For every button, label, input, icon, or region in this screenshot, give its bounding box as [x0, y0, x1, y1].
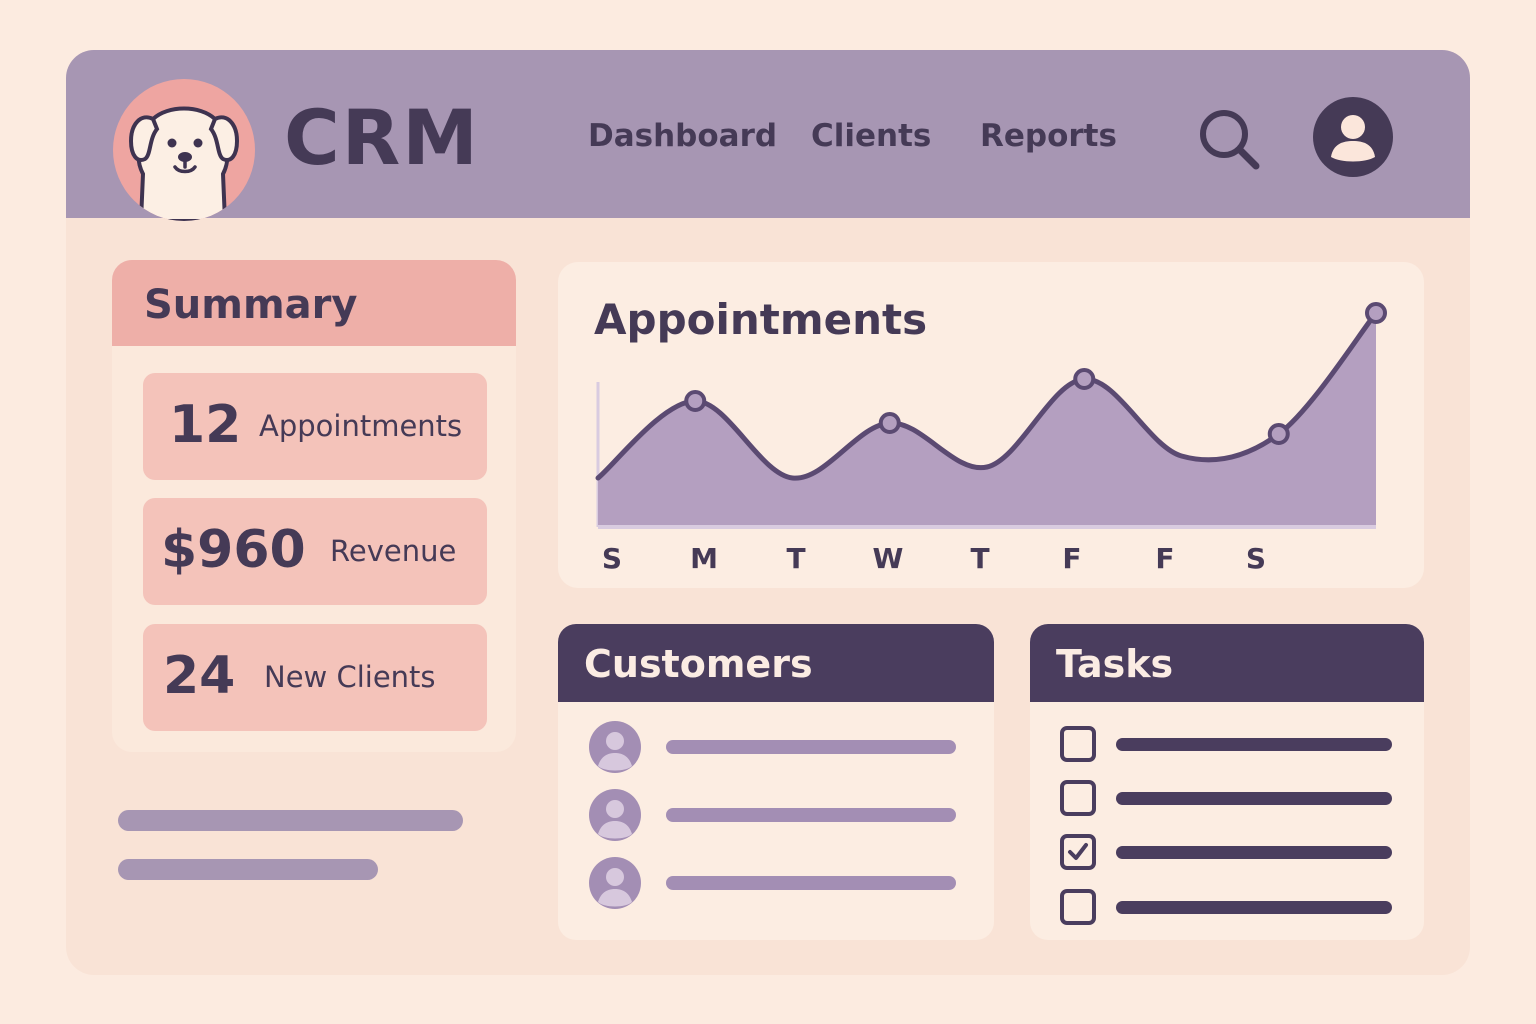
nav-reports[interactable]: Reports	[980, 118, 1117, 154]
customer-name-bar	[666, 740, 956, 754]
crm-dashboard: CRM Dashboard Clients Reports Summary 12…	[66, 50, 1470, 975]
placeholder-line	[118, 859, 378, 880]
customers-title: Customers	[584, 642, 813, 686]
customers-header: Customers	[558, 624, 994, 702]
top-bar: CRM Dashboard Clients Reports	[66, 50, 1470, 221]
stat-revenue[interactable]: $960 Revenue	[143, 498, 487, 605]
appointments-chart-card: Appointments SMTWTFFS	[558, 262, 1424, 588]
nav-dashboard[interactable]: Dashboard	[588, 118, 777, 154]
task-text-bar	[1116, 901, 1392, 914]
data-point[interactable]	[1267, 423, 1290, 445]
stat-label: Revenue	[330, 534, 457, 568]
app-title: CRM	[284, 93, 480, 182]
appointments-chart: SMTWTFFS	[595, 302, 1387, 575]
x-tick-label: M	[690, 542, 718, 575]
stat-value: $960	[161, 520, 306, 580]
x-tick-label: W	[873, 542, 904, 575]
task-text-bar	[1116, 846, 1392, 859]
user-avatar-icon	[589, 789, 641, 841]
task-checkbox[interactable]	[1060, 889, 1096, 925]
search-icon[interactable]	[1196, 106, 1262, 176]
task-row[interactable]	[1060, 889, 1394, 925]
stat-value: 12	[169, 395, 242, 455]
summary-title: Summary	[144, 282, 358, 328]
customer-row[interactable]	[588, 788, 958, 842]
nav-clients[interactable]: Clients	[811, 118, 931, 154]
task-checkbox-checked[interactable]	[1060, 834, 1096, 870]
x-tick-label: S	[602, 542, 622, 575]
stat-label: New Clients	[264, 660, 436, 694]
summary-header: Summary	[112, 260, 516, 346]
user-avatar-icon[interactable]	[1313, 97, 1393, 181]
x-tick-label: S	[1246, 542, 1266, 575]
dog-icon[interactable]	[113, 79, 255, 221]
customer-row[interactable]	[588, 720, 958, 774]
data-point[interactable]	[684, 390, 707, 412]
tasks-title: Tasks	[1056, 642, 1174, 686]
customers-panel: Customers	[558, 624, 994, 940]
task-checkbox[interactable]	[1060, 780, 1096, 816]
task-checkbox[interactable]	[1060, 726, 1096, 762]
x-tick-label: T	[970, 542, 989, 575]
customer-row[interactable]	[588, 856, 958, 910]
summary-card: Summary 12 Appointments $960 Revenue 24 …	[112, 260, 516, 752]
data-point[interactable]	[1073, 368, 1096, 390]
x-tick-label: F	[1155, 542, 1174, 575]
tasks-header: Tasks	[1030, 624, 1424, 702]
task-row[interactable]	[1060, 834, 1394, 870]
x-tick-label: T	[786, 542, 805, 575]
stat-appointments[interactable]: 12 Appointments	[143, 373, 487, 480]
x-tick-label: F	[1062, 542, 1081, 575]
stat-value: 24	[163, 646, 236, 706]
task-row[interactable]	[1060, 780, 1394, 816]
customer-name-bar	[666, 808, 956, 822]
tasks-panel: Tasks	[1030, 624, 1424, 940]
data-point[interactable]	[1365, 302, 1387, 324]
task-row[interactable]	[1060, 726, 1394, 762]
chart-area	[598, 313, 1376, 527]
check-icon	[1068, 843, 1088, 860]
data-point[interactable]	[878, 412, 901, 434]
placeholder-line	[118, 810, 463, 831]
user-avatar-icon	[589, 857, 641, 909]
task-text-bar	[1116, 738, 1392, 751]
customer-name-bar	[666, 876, 956, 890]
user-avatar-icon	[589, 721, 641, 773]
stat-label: Appointments	[259, 409, 463, 443]
stat-new-clients[interactable]: 24 New Clients	[143, 624, 487, 731]
task-text-bar	[1116, 792, 1392, 805]
